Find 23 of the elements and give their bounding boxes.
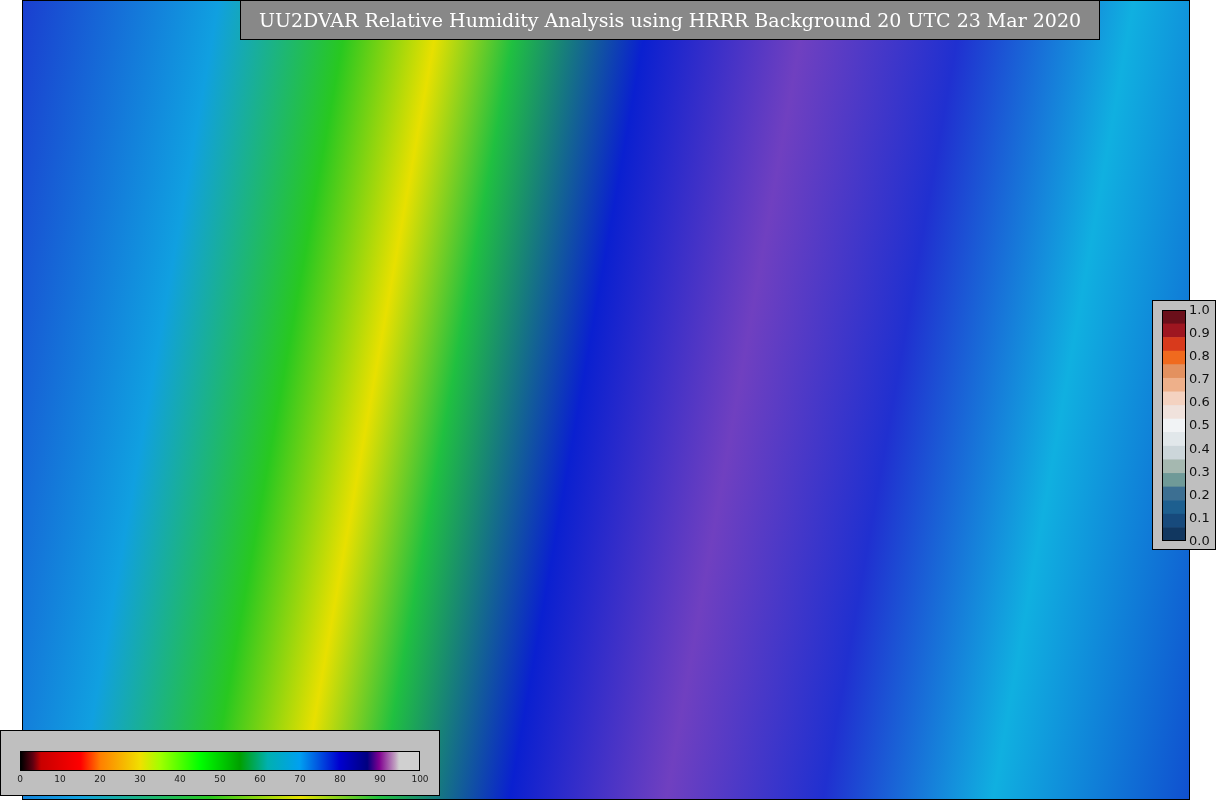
colorbar-tick-label: 30: [133, 773, 147, 786]
colorbar-tick-label: 40: [173, 773, 187, 786]
colorbar-tick-label: 0.7: [1189, 371, 1210, 388]
colorbar-tick-label: 0.6: [1189, 394, 1210, 411]
colorbar-tick-label: 90: [373, 773, 387, 786]
colorbar-tick-label: 0.3: [1189, 463, 1210, 480]
colorbar-tick-label: 0.5: [1189, 417, 1210, 434]
colorbar-tick-label: 80: [333, 773, 347, 786]
colorbar-tick-label: 100: [410, 773, 430, 786]
colorbar-tick-label: 0.0: [1189, 532, 1210, 549]
colorbar-tick-label: 0: [16, 773, 24, 786]
colorbar-tick-label: 0.2: [1189, 486, 1210, 503]
colorbar-tick-label: 0.1: [1189, 509, 1210, 526]
colorbar-tick-label: 20: [93, 773, 107, 786]
colorbar-tick-label: 0.4: [1189, 440, 1210, 457]
colorbar-tick-label: 10: [53, 773, 67, 786]
colorbar-tick-label: 70: [293, 773, 307, 786]
colorbar-tick-label: 60: [253, 773, 267, 786]
colorbar-tick-label: 1.0: [1189, 302, 1210, 318]
map-title: UU2DVAR Relative Humidity Analysis using HRRR Background 20 UTC 23 Mar 2020: [240, 0, 1100, 40]
colorbar-tick-label: 0.8: [1189, 348, 1210, 365]
colorbar-tick-label: 50: [213, 773, 227, 786]
colorbar-tick-label: 0.9: [1189, 325, 1210, 342]
